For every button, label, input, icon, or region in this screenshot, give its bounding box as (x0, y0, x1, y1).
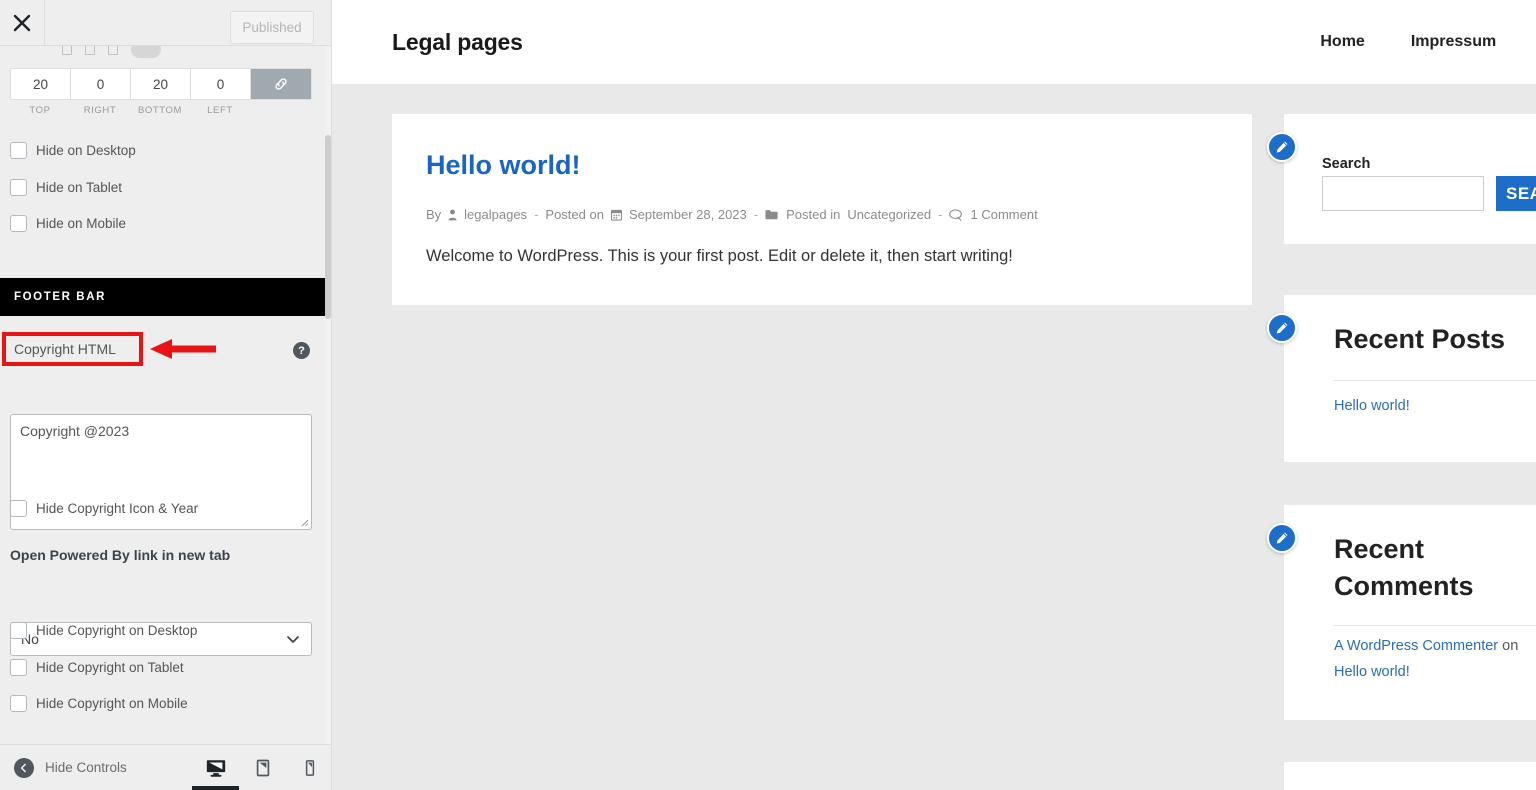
edit-pencil-icon[interactable] (1267, 132, 1297, 162)
checkbox-hide-on-tablet[interactable]: Hide on Tablet (10, 179, 122, 196)
checkbox-label: Hide Copyright on Desktop (36, 623, 198, 638)
spacing-label-bottom: BOTTOM (137, 105, 183, 116)
customizer-controls-panel: TOP RIGHT BOTTOM LEFT Hide on Desktop Hi… (0, 46, 331, 750)
widget-divider (1334, 380, 1536, 381)
spacing-labels: TOP RIGHT BOTTOM LEFT (10, 105, 312, 116)
folder-icon (765, 209, 778, 219)
recent-post-link[interactable]: Hello world! (1334, 393, 1536, 419)
edit-pencil-icon[interactable] (1267, 523, 1297, 553)
sidebar-scrollbar-track[interactable] (325, 46, 331, 750)
partial-device-row (62, 46, 192, 60)
site-title[interactable]: Legal pages (392, 29, 523, 56)
spacing-bottom-input[interactable] (131, 69, 191, 99)
author-icon (448, 209, 457, 220)
checkbox-label: Hide on Tablet (36, 180, 123, 195)
help-icon[interactable]: ? (293, 342, 310, 359)
site-nav: Home Impressum Sam (1320, 33, 1536, 51)
site-preview: Legal pages Home Impressum Sam Hello wor… (332, 0, 1536, 790)
checkbox-box[interactable] (10, 179, 27, 196)
widget-divider (1334, 625, 1536, 626)
spacing-input-group[interactable] (10, 68, 312, 100)
checkbox-box[interactable] (10, 695, 27, 712)
device-preview-switcher (192, 744, 331, 790)
sidebar-scrollbar-thumb[interactable] (325, 135, 331, 319)
publish-button[interactable]: Published (230, 11, 314, 44)
widget-title-recent-posts: Recent Posts (1334, 324, 1506, 354)
hide-controls-label: Hide Controls (45, 760, 127, 775)
tablet-icon (256, 759, 269, 776)
checkbox-hide-on-mobile[interactable]: Hide on Mobile (10, 215, 126, 232)
checkbox-box[interactable] (10, 622, 27, 639)
site-header: Legal pages Home Impressum Sam (332, 0, 1536, 84)
checkbox-label: Hide on Desktop (36, 143, 136, 158)
post-category-link[interactable]: Uncategorized (847, 207, 931, 222)
desktop-icon (206, 759, 225, 777)
post-comments-link[interactable]: 1 Comment (970, 207, 1037, 222)
section-title: FOOTER BAR (14, 291, 107, 303)
checkbox-box[interactable] (10, 500, 27, 517)
chevron-left-icon (14, 757, 34, 778)
calendar-icon (610, 209, 622, 221)
nav-item-impressum[interactable]: Impressum (1411, 33, 1496, 51)
checkbox-hide-copyright-desktop[interactable]: Hide Copyright on Desktop (10, 622, 197, 639)
checkbox-box[interactable] (10, 659, 27, 676)
post-posted-on-label: Posted on (545, 207, 604, 222)
device-desktop-button[interactable] (192, 745, 239, 790)
meta-separator: - (753, 207, 759, 222)
meta-separator: - (938, 207, 943, 222)
comment-author-link[interactable]: A WordPress Commenter (1334, 638, 1498, 654)
post-date-link[interactable]: September 28, 2023 (629, 207, 747, 222)
device-tablet-button[interactable] (239, 745, 286, 790)
spacing-label-left: LEFT (207, 105, 233, 116)
checkbox-label: Hide Copyright on Tablet (36, 660, 184, 675)
post-meta: By legalpages - Posted on September 28, … (426, 207, 1038, 222)
spacing-label-right: RIGHT (83, 105, 117, 116)
close-icon[interactable] (0, 0, 45, 45)
post-by-label: By (426, 207, 442, 222)
search-button[interactable]: SEA (1496, 176, 1536, 211)
section-header-footer-bar[interactable]: FOOTER BAR (0, 278, 326, 316)
spacing-label-top: TOP (29, 105, 51, 116)
post-title-link[interactable]: Hello world! (426, 150, 581, 181)
customizer-sidebar: Published TOP RIGHT BOTTOM LEFT (0, 0, 332, 790)
checkbox-label: Hide on Mobile (36, 216, 127, 231)
post-posted-in-label: Posted in (786, 207, 841, 222)
spacing-right-input[interactable] (71, 69, 131, 99)
checkbox-hide-copyright-mobile[interactable]: Hide Copyright on Mobile (10, 695, 188, 712)
comment-post-link[interactable]: Hello world! (1334, 664, 1410, 680)
checkbox-label: Hide Copyright Icon & Year (36, 501, 199, 516)
checkbox-box[interactable] (10, 215, 27, 232)
nav-item-home[interactable]: Home (1320, 33, 1364, 51)
comment-on-label: on (1498, 638, 1519, 654)
checkbox-label: Hide Copyright on Mobile (36, 696, 188, 711)
spacing-left-input[interactable] (191, 69, 251, 99)
comment-icon (949, 208, 963, 221)
checkbox-hide-copyright-icon-year[interactable]: Hide Copyright Icon & Year (10, 500, 198, 517)
widget-recent-comments: Recent Comments A WordPress Commenter on… (1267, 505, 1536, 720)
powered-by-label: Open Powered By link in new tab (10, 547, 231, 563)
device-mobile-button[interactable] (286, 745, 331, 790)
checkbox-hide-copyright-tablet[interactable]: Hide Copyright on Tablet (10, 659, 184, 676)
widget-partial-bottom (1284, 762, 1536, 790)
spacing-top-input[interactable] (11, 69, 71, 99)
checkbox-hide-on-desktop[interactable]: Hide on Desktop (10, 142, 136, 159)
mobile-icon (305, 759, 314, 776)
hide-controls-button[interactable]: Hide Controls (14, 757, 127, 778)
link-icon[interactable] (251, 69, 311, 99)
checkbox-box[interactable] (10, 142, 27, 159)
post-card: Hello world! By legalpages - Posted on S… (392, 114, 1252, 305)
meta-separator: - (534, 207, 539, 222)
copyright-html-label: Copyright HTML (14, 341, 116, 357)
search-input[interactable] (1322, 176, 1484, 211)
edit-pencil-icon[interactable] (1267, 313, 1297, 343)
customizer-header: Published (0, 0, 331, 46)
widget-title-search: Search (1322, 156, 1371, 172)
widget-recent-posts: Recent Posts Hello world! (1267, 295, 1536, 462)
widget-title-recent-comments: Recent Comments (1334, 534, 1474, 602)
widget-search: Search SEA (1267, 114, 1536, 244)
post-author-link[interactable]: legalpages (464, 207, 527, 222)
recent-comment-item: A WordPress Commenter on Hello world! (1334, 633, 1536, 685)
post-excerpt: Welcome to WordPress. This is your first… (426, 247, 1013, 265)
customizer-footer: Hide Controls (0, 744, 331, 790)
